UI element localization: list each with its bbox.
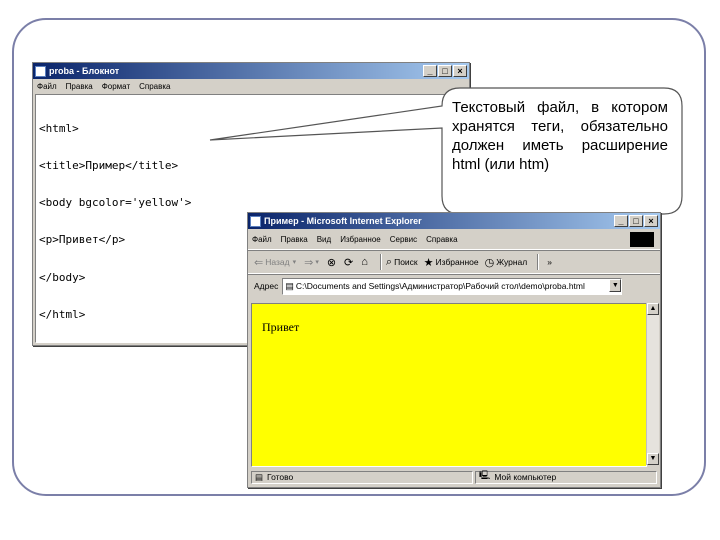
history-label: Журнал bbox=[496, 257, 528, 267]
ie-window: Пример - Microsoft Internet Explorer _ □… bbox=[247, 212, 661, 488]
dropdown-icon: ▾ bbox=[292, 259, 297, 266]
search-button[interactable]: ⌕ Поиск bbox=[386, 256, 418, 269]
menu-help[interactable]: Справка bbox=[426, 235, 457, 244]
forward-button[interactable]: ⇒ ▾ bbox=[304, 256, 321, 269]
search-label: Поиск bbox=[394, 257, 418, 267]
favorites-icon: ★ bbox=[423, 256, 434, 269]
favorites-button[interactable]: ★ Избранное bbox=[424, 256, 479, 269]
history-button[interactable]: ◷ Журнал bbox=[485, 256, 528, 269]
home-icon: ⌂ bbox=[361, 256, 368, 268]
minimize-button[interactable]: _ bbox=[614, 215, 628, 227]
address-input[interactable]: ▤ C:\Documents and Settings\Администрато… bbox=[282, 277, 623, 295]
ie-menubar: Файл Правка Вид Избранное Сервис Справка bbox=[248, 229, 660, 250]
back-button[interactable]: ⇐ Назад ▾ bbox=[254, 256, 298, 269]
menu-favorites[interactable]: Избранное bbox=[340, 235, 381, 244]
ie-app-icon bbox=[250, 215, 261, 227]
status-text: Готово bbox=[267, 472, 294, 482]
address-label: Адрес bbox=[254, 281, 279, 291]
back-label: Назад bbox=[265, 257, 290, 267]
stop-icon: ⊗ bbox=[326, 256, 337, 269]
address-value: C:\Documents and Settings\Администратор\… bbox=[295, 281, 585, 291]
refresh-button[interactable]: ⟳ bbox=[344, 256, 355, 269]
toolbar-separator bbox=[537, 254, 540, 270]
maximize-button[interactable]: □ bbox=[629, 215, 643, 227]
refresh-icon: ⟳ bbox=[344, 256, 354, 269]
status-page-icon: ▤ bbox=[255, 471, 264, 482]
home-button[interactable]: ⌂ bbox=[361, 256, 370, 268]
ie-scrollbar[interactable]: ▲ ▼ bbox=[646, 303, 659, 465]
dropdown-icon: ▾ bbox=[315, 259, 319, 266]
page-text: Привет bbox=[262, 320, 300, 334]
status-zone: 🖳 Мой компьютер bbox=[475, 470, 657, 484]
scroll-up-icon[interactable]: ▲ bbox=[647, 303, 659, 315]
menu-edit[interactable]: Правка bbox=[281, 235, 308, 244]
toolbar-separator bbox=[379, 254, 382, 270]
search-icon: ⌕ bbox=[385, 255, 393, 268]
history-icon: ◷ bbox=[484, 256, 495, 269]
menu-view[interactable]: Вид bbox=[317, 235, 331, 244]
stop-button[interactable]: ⊗ bbox=[327, 256, 338, 269]
my-computer-icon: 🖳 bbox=[479, 470, 491, 480]
favorites-label: Избранное bbox=[435, 257, 479, 267]
forward-arrow-icon: ⇒ bbox=[304, 256, 314, 269]
scroll-down-icon[interactable]: ▼ bbox=[647, 453, 659, 465]
page-icon: ▤ bbox=[285, 280, 294, 291]
address-dropdown-icon[interactable]: ▼ bbox=[609, 278, 622, 292]
menu-tools[interactable]: Сервис bbox=[390, 235, 417, 244]
ie-toolbar: ⇐ Назад ▾ ⇒ ▾ ⊗ ⟳ ⌂ ⌕ Поиск ★ Избранное … bbox=[248, 250, 660, 274]
back-arrow-icon: ⇐ bbox=[254, 256, 264, 269]
ie-title: Пример - Microsoft Internet Explorer bbox=[264, 216, 422, 226]
callout-text: Текстовый файл, в котором хранятся теги,… bbox=[452, 99, 668, 173]
ie-address-bar: Адрес ▤ C:\Documents and Settings\Админи… bbox=[248, 274, 660, 297]
close-button[interactable]: × bbox=[644, 215, 658, 227]
status-zone-text: Мой компьютер bbox=[494, 472, 557, 482]
ie-titlebar[interactable]: Пример - Microsoft Internet Explorer _ □… bbox=[248, 213, 660, 229]
ie-status-bar: ▤ Готово 🖳 Мой компьютер bbox=[251, 469, 659, 485]
menu-file[interactable]: Файл bbox=[252, 235, 272, 244]
toolbar-more-icon[interactable]: » bbox=[547, 257, 552, 267]
windows-logo-icon bbox=[630, 232, 654, 247]
status-ready: ▤ Готово bbox=[251, 470, 473, 484]
page-content: Привет bbox=[251, 303, 647, 467]
